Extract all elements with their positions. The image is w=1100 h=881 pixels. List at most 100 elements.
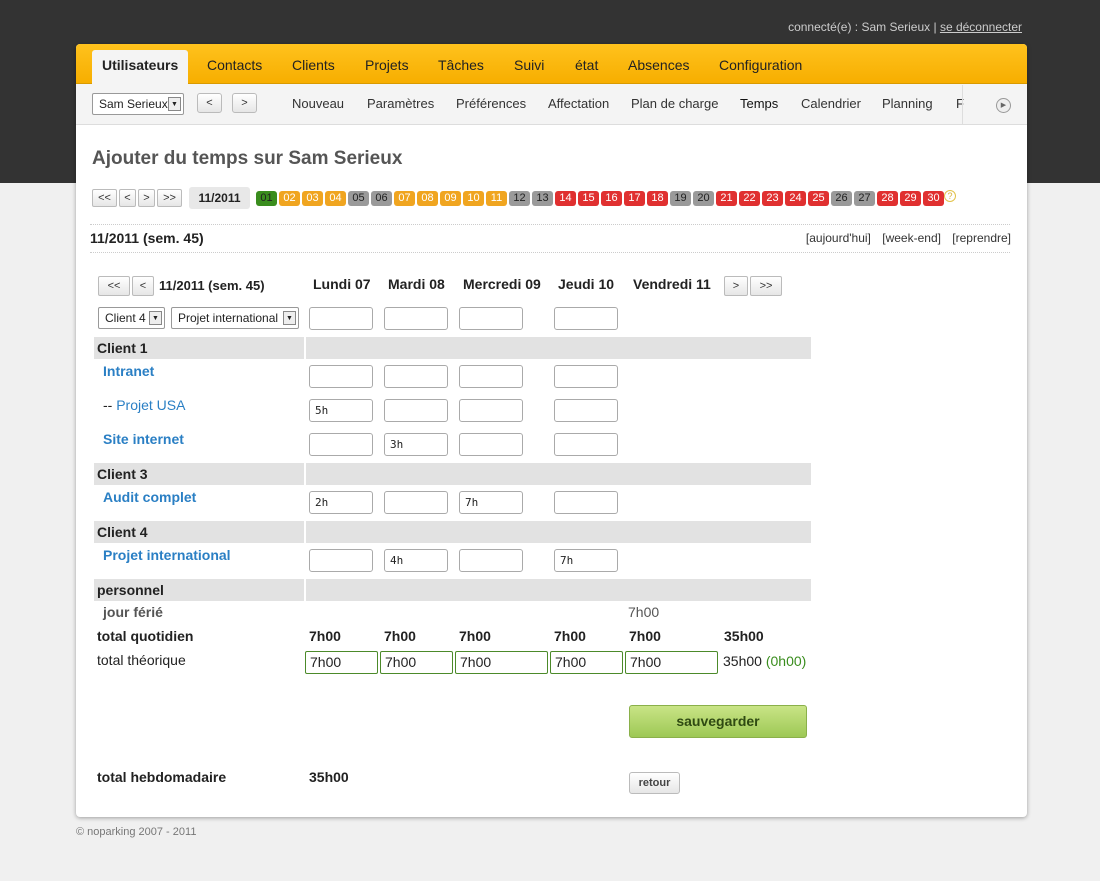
next-user-button[interactable]: > [232, 93, 257, 113]
day-19[interactable]: 19 [670, 191, 691, 206]
day-23[interactable]: 23 [762, 191, 783, 206]
day-14[interactable]: 14 [555, 191, 576, 206]
save-button[interactable]: sauvegarder [629, 705, 807, 738]
new-time-input-thu[interactable] [554, 307, 618, 330]
time-input[interactable] [554, 365, 618, 388]
week-next-button[interactable]: > [724, 276, 748, 296]
subnav-temps[interactable]: Temps [740, 84, 778, 124]
time-input[interactable] [384, 399, 448, 422]
day-17[interactable]: 17 [624, 191, 645, 206]
day-04[interactable]: 04 [325, 191, 346, 206]
tab-absences[interactable]: Absences [628, 44, 689, 84]
day-26[interactable]: 26 [831, 191, 852, 206]
project-select[interactable]: Projet international ▼ [171, 307, 299, 329]
time-input[interactable] [309, 365, 373, 388]
time-input[interactable] [554, 491, 618, 514]
day-06[interactable]: 06 [371, 191, 392, 206]
day-13[interactable]: 13 [532, 191, 553, 206]
tab-suivi[interactable]: Suivi [514, 44, 544, 84]
time-input[interactable] [554, 433, 618, 456]
time-input[interactable]: 5h [309, 399, 373, 422]
day-07[interactable]: 07 [394, 191, 415, 206]
help-icon[interactable]: ? [944, 190, 956, 202]
day-22[interactable]: 22 [739, 191, 760, 206]
tab-etat[interactable]: état [575, 44, 598, 84]
time-input[interactable] [309, 433, 373, 456]
logout-link[interactable]: se déconnecter [940, 20, 1022, 34]
month-prev-button[interactable]: < [119, 189, 136, 207]
tab-clients[interactable]: Clients [292, 44, 335, 84]
time-input[interactable] [459, 365, 523, 388]
tab-configuration[interactable]: Configuration [719, 44, 802, 84]
subnav-preferences[interactable]: Préférences [456, 84, 526, 124]
day-30[interactable]: 30 [923, 191, 944, 206]
time-input[interactable] [459, 549, 523, 572]
day-08[interactable]: 08 [417, 191, 438, 206]
project-link[interactable]: Intranet [103, 363, 154, 379]
day-15[interactable]: 15 [578, 191, 599, 206]
tab-contacts[interactable]: Contacts [207, 44, 262, 84]
weekend-link[interactable]: [week-end] [882, 231, 941, 245]
theo-input[interactable]: 7h00 [625, 651, 718, 674]
day-28[interactable]: 28 [877, 191, 898, 206]
scroll-right-icon[interactable]: ▶ [996, 98, 1011, 113]
time-input[interactable] [384, 365, 448, 388]
time-input[interactable] [384, 491, 448, 514]
day-02[interactable]: 02 [279, 191, 300, 206]
tab-projets[interactable]: Projets [365, 44, 409, 84]
new-time-input-mon[interactable] [309, 307, 373, 330]
project-link[interactable]: Projet international [103, 547, 231, 563]
client-select[interactable]: Client 4 ▼ [98, 307, 165, 329]
day-20[interactable]: 20 [693, 191, 714, 206]
day-29[interactable]: 29 [900, 191, 921, 206]
subnav-calendrier[interactable]: Calendrier [801, 84, 861, 124]
project-link[interactable]: -- Projet USA [103, 397, 185, 413]
day-16[interactable]: 16 [601, 191, 622, 206]
subnav-parametres[interactable]: Paramètres [367, 84, 434, 124]
new-time-input-tue[interactable] [384, 307, 448, 330]
day-09[interactable]: 09 [440, 191, 461, 206]
month-next-button[interactable]: > [138, 189, 155, 207]
day-18[interactable]: 18 [647, 191, 668, 206]
time-input[interactable]: 7h [459, 491, 523, 514]
theo-input[interactable]: 7h00 [305, 651, 378, 674]
project-link[interactable]: Site internet [103, 431, 184, 447]
subnav-plan-de-charge[interactable]: Plan de charge [631, 84, 718, 124]
subnav-affectation[interactable]: Affectation [548, 84, 609, 124]
day-27[interactable]: 27 [854, 191, 875, 206]
theo-input[interactable]: 7h00 [380, 651, 453, 674]
day-24[interactable]: 24 [785, 191, 806, 206]
today-link[interactable]: [aujourd'hui] [806, 231, 871, 245]
month-first-button[interactable]: << [92, 189, 117, 207]
day-01[interactable]: 01 [256, 191, 277, 206]
time-input[interactable]: 4h [384, 549, 448, 572]
day-10[interactable]: 10 [463, 191, 484, 206]
day-21[interactable]: 21 [716, 191, 737, 206]
time-input[interactable]: 2h [309, 491, 373, 514]
user-select[interactable]: Sam Serieux ▼ [92, 93, 184, 115]
tab-taches[interactable]: Tâches [438, 44, 484, 84]
project-link[interactable]: Audit complet [103, 489, 196, 505]
week-prev-button[interactable]: < [132, 276, 154, 296]
time-input[interactable] [459, 433, 523, 456]
prev-user-button[interactable]: < [197, 93, 222, 113]
day-11[interactable]: 11 [486, 191, 507, 206]
week-first-button[interactable]: << [98, 276, 130, 296]
theo-input[interactable]: 7h00 [550, 651, 623, 674]
day-25[interactable]: 25 [808, 191, 829, 206]
theo-input[interactable]: 7h00 [455, 651, 548, 674]
subnav-planning[interactable]: Planning [882, 84, 933, 124]
new-time-input-wed[interactable] [459, 307, 523, 330]
time-input[interactable]: 7h [554, 549, 618, 572]
day-12[interactable]: 12 [509, 191, 530, 206]
time-input[interactable]: 3h [384, 433, 448, 456]
time-input[interactable] [554, 399, 618, 422]
time-input[interactable] [309, 549, 373, 572]
resume-link[interactable]: [reprendre] [952, 231, 1011, 245]
time-input[interactable] [459, 399, 523, 422]
day-03[interactable]: 03 [302, 191, 323, 206]
subnav-nouveau[interactable]: Nouveau [292, 84, 344, 124]
day-05[interactable]: 05 [348, 191, 369, 206]
month-last-button[interactable]: >> [157, 189, 182, 207]
week-last-button[interactable]: >> [750, 276, 782, 296]
